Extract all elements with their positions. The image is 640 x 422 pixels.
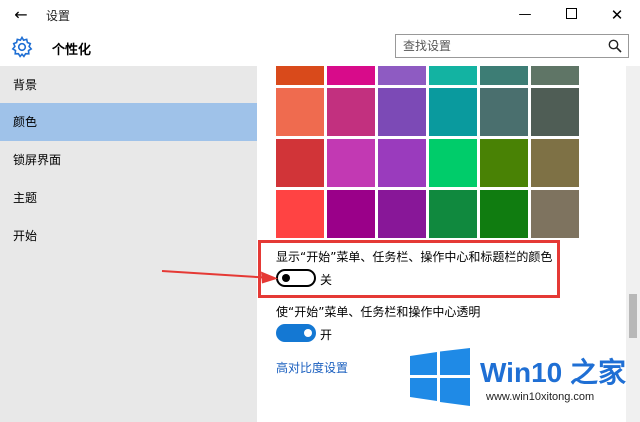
search-icon[interactable] xyxy=(608,39,622,53)
windows-logo-icon xyxy=(410,348,470,406)
search-box[interactable] xyxy=(395,34,629,58)
back-arrow-icon: ← xyxy=(14,5,28,24)
scrollbar[interactable] xyxy=(626,66,640,422)
watermark-url: www.win10xitong.com xyxy=(486,391,595,403)
color-swatch[interactable] xyxy=(378,88,426,136)
color-swatch[interactable] xyxy=(276,139,324,187)
color-swatch[interactable] xyxy=(327,190,375,238)
page-header: 个性化 xyxy=(0,30,640,66)
color-swatch[interactable] xyxy=(480,190,528,238)
color-swatch[interactable] xyxy=(378,190,426,238)
transparency-state: 开 xyxy=(320,328,333,342)
color-swatch[interactable] xyxy=(429,139,477,187)
title-bar: ← 设置 — ✕ xyxy=(0,0,640,30)
highlight-box xyxy=(258,240,560,298)
minimize-button[interactable]: — xyxy=(502,0,548,30)
accent-color-grid xyxy=(276,66,580,238)
color-swatch[interactable] xyxy=(378,66,426,85)
transparency-label: 使“开始”菜单、任务栏和操作中心透明 xyxy=(276,305,481,319)
close-icon: ✕ xyxy=(610,6,624,24)
color-swatch[interactable] xyxy=(531,66,579,85)
color-swatch[interactable] xyxy=(429,66,477,85)
transparency-toggle[interactable] xyxy=(276,324,316,342)
back-button[interactable]: ← xyxy=(6,2,36,28)
color-swatch[interactable] xyxy=(531,190,579,238)
color-swatch[interactable] xyxy=(327,66,375,85)
color-swatch[interactable] xyxy=(378,139,426,187)
toggle-knob xyxy=(304,329,312,337)
sidebar-item-themes[interactable]: 主题 xyxy=(0,179,257,217)
color-swatch[interactable] xyxy=(531,88,579,136)
color-swatch[interactable] xyxy=(480,88,528,136)
color-swatch[interactable] xyxy=(531,139,579,187)
page-title: 个性化 xyxy=(52,43,92,58)
color-swatch[interactable] xyxy=(480,139,528,187)
high-contrast-settings-link[interactable]: 高对比度设置 xyxy=(276,359,348,376)
maximize-icon xyxy=(565,8,577,19)
search-input[interactable] xyxy=(396,35,608,57)
sidebar-item-start[interactable]: 开始 xyxy=(0,217,257,255)
color-swatch[interactable] xyxy=(276,190,324,238)
color-swatch[interactable] xyxy=(276,88,324,136)
gear-icon xyxy=(11,35,33,58)
sidebar-item-background[interactable]: 背景 xyxy=(0,66,257,104)
sidebar-item-lock-screen[interactable]: 锁屏界面 xyxy=(0,141,257,179)
close-button[interactable]: ✕ xyxy=(594,0,640,30)
color-swatch[interactable] xyxy=(327,139,375,187)
minimize-icon: — xyxy=(518,7,532,22)
color-swatch[interactable] xyxy=(327,88,375,136)
color-swatch[interactable] xyxy=(429,88,477,136)
watermark-title: Win10 之家 xyxy=(480,357,626,388)
window-title: 设置 xyxy=(46,9,71,23)
color-swatch[interactable] xyxy=(429,190,477,238)
sidebar-nav: 背景 颜色 锁屏界面 主题 开始 xyxy=(0,66,257,422)
color-swatch[interactable] xyxy=(276,66,324,85)
scroll-thumb[interactable] xyxy=(629,294,637,338)
color-swatch[interactable] xyxy=(480,66,528,85)
pointer-arrow-icon xyxy=(161,270,278,284)
maximize-button[interactable] xyxy=(548,0,594,30)
sidebar-item-colors[interactable]: 颜色 xyxy=(0,103,257,141)
